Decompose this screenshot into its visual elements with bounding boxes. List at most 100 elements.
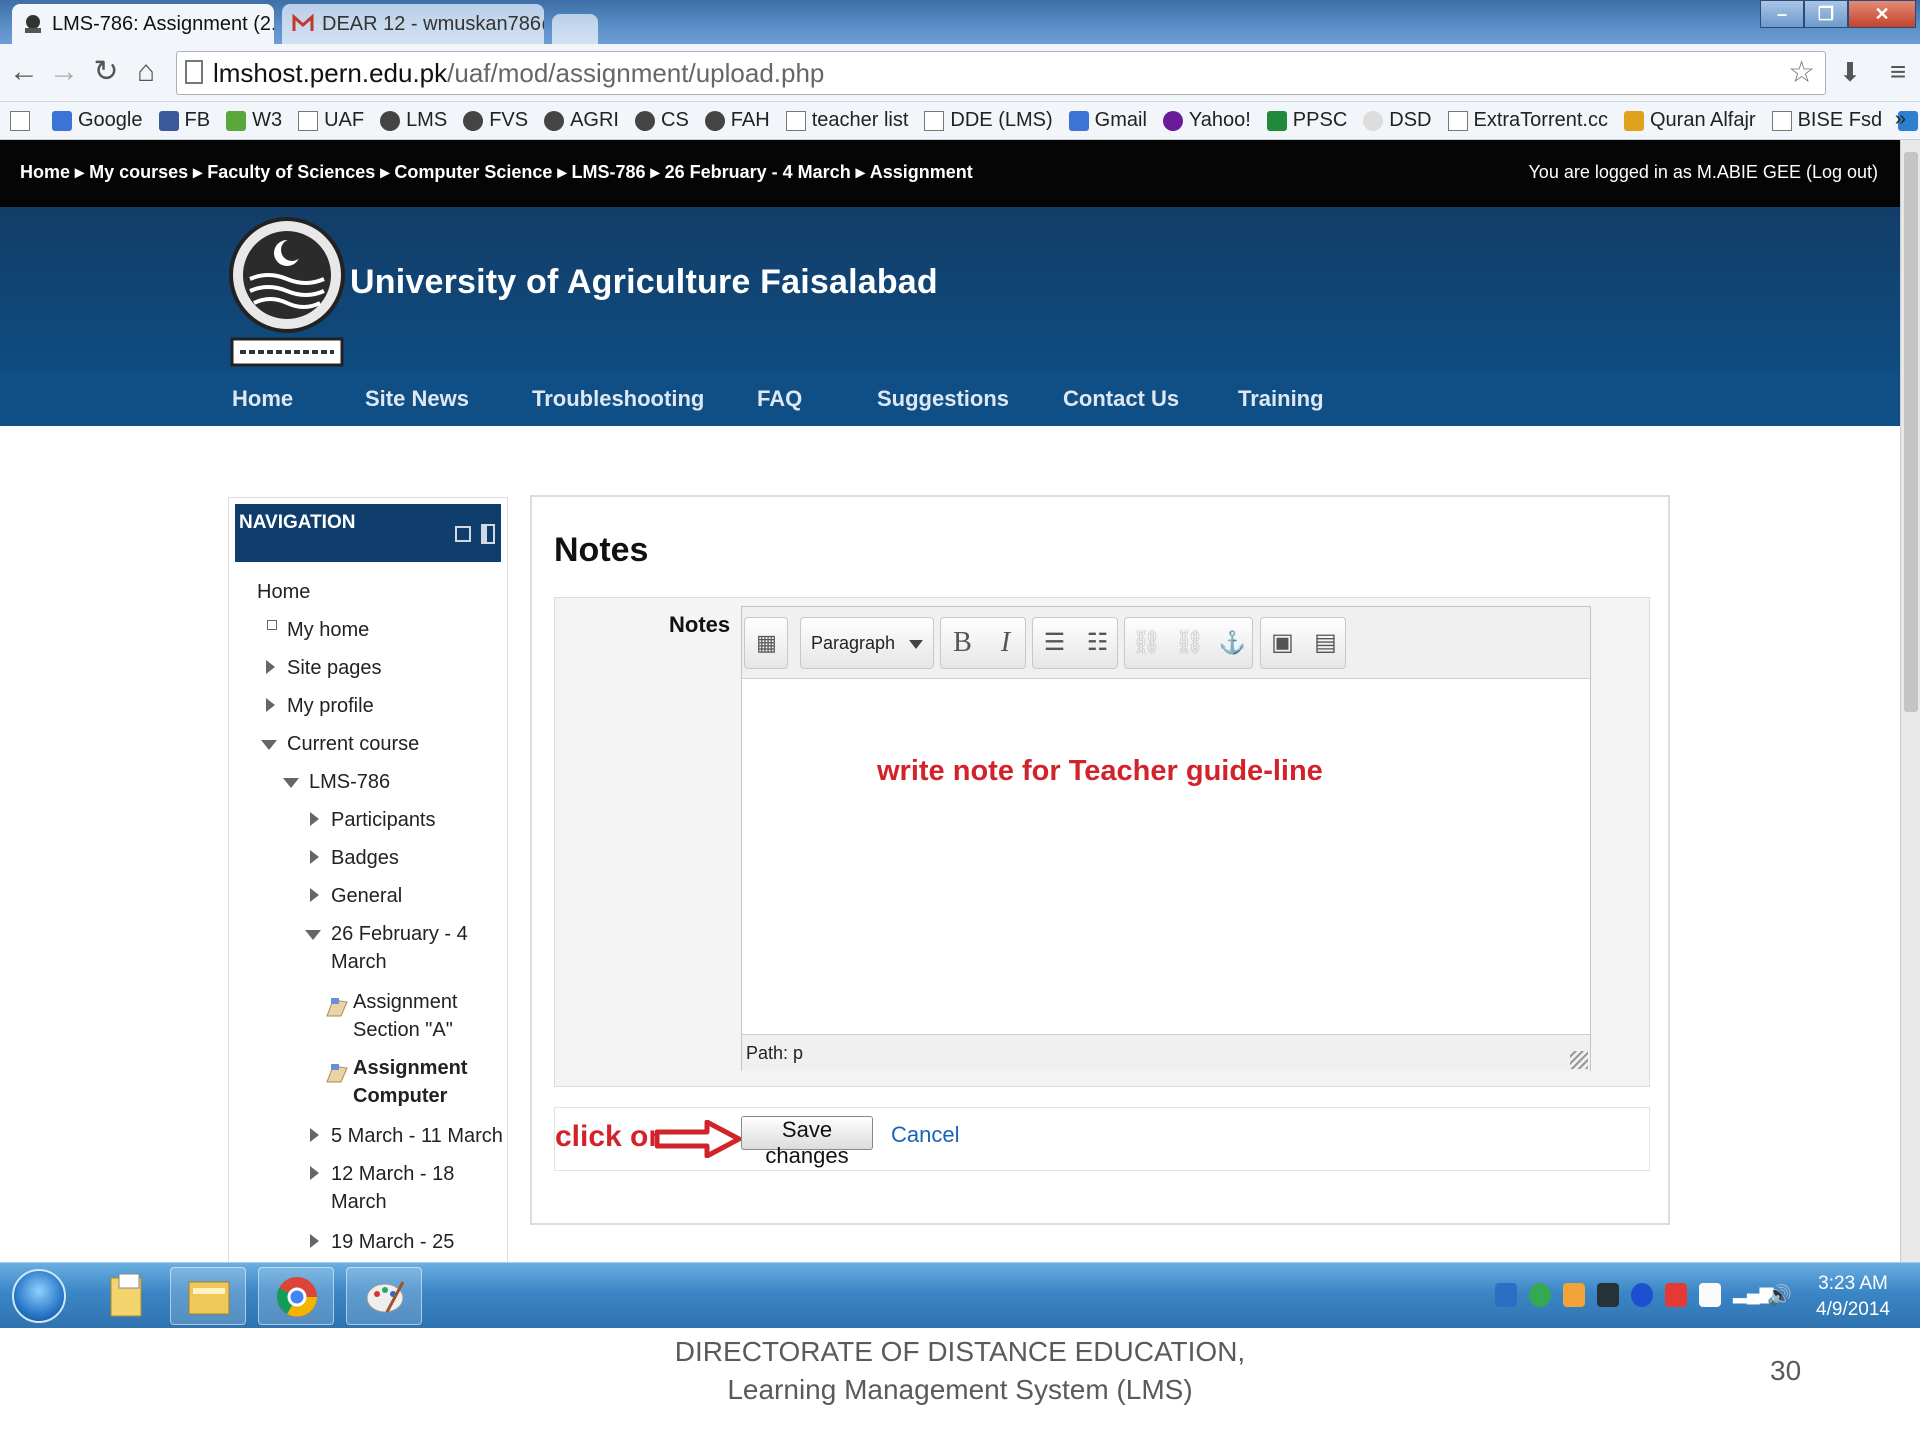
star-icon[interactable]: ☆ bbox=[1788, 52, 1815, 94]
image-icon[interactable]: ▣ bbox=[1261, 618, 1304, 668]
breadcrumb-home[interactable]: Home bbox=[20, 162, 70, 182]
tray-volume-icon[interactable]: 🔊 bbox=[1767, 1283, 1792, 1307]
bookmark-uaf[interactable]: UAF bbox=[298, 109, 364, 132]
bullet-list-icon[interactable]: ☰ bbox=[1033, 618, 1076, 668]
bookmark-lms[interactable]: LMS bbox=[380, 109, 447, 132]
bookmark-teacher-list[interactable]: teacher list bbox=[785, 109, 908, 132]
bookmark-fb[interactable]: FB bbox=[158, 109, 210, 132]
expand-icon[interactable] bbox=[266, 660, 275, 674]
anchor-icon[interactable]: ⚓ bbox=[1211, 618, 1254, 668]
collapse-icon[interactable] bbox=[305, 930, 321, 940]
italic-icon[interactable]: I bbox=[984, 618, 1027, 668]
bookmark-quran[interactable]: Quran Alfajr bbox=[1623, 109, 1756, 132]
expand-icon[interactable] bbox=[310, 1166, 319, 1180]
tray-app-icon[interactable] bbox=[1495, 1283, 1517, 1307]
bookmark-bise[interactable]: BISE Fsd bbox=[1771, 109, 1882, 132]
nav-week-4[interactable]: 19 March - 25 bbox=[331, 1228, 454, 1256]
expand-icon[interactable] bbox=[266, 698, 275, 712]
nav-week-2[interactable]: 5 March - 11 March bbox=[331, 1122, 503, 1150]
numbered-list-icon[interactable]: ☷ bbox=[1076, 618, 1119, 668]
dock-icon[interactable] bbox=[481, 524, 495, 544]
nav-current-course[interactable]: Current course bbox=[287, 730, 419, 758]
bookmark-fvs[interactable]: FVS bbox=[463, 109, 528, 132]
tab-gmail[interactable]: DEAR 12 - wmuskan786@ × bbox=[282, 4, 544, 44]
breadcrumb-week[interactable]: 26 February - 4 March bbox=[665, 162, 851, 182]
notes-textarea[interactable]: write note for Teacher guide-line bbox=[742, 679, 1590, 1034]
bookmark-ppsc[interactable]: PPSC bbox=[1266, 109, 1347, 132]
breadcrumb-faculty[interactable]: Faculty of Sciences bbox=[207, 162, 375, 182]
unlink-icon[interactable]: ⛓ bbox=[1168, 618, 1211, 668]
tab-lms-assignment[interactable]: LMS-786: Assignment (2.2 × bbox=[12, 4, 274, 44]
menu-training[interactable]: Training bbox=[1238, 386, 1324, 412]
expand-icon[interactable] bbox=[310, 1128, 319, 1142]
expand-icon[interactable] bbox=[310, 850, 319, 864]
menu-troubleshooting[interactable]: Troubleshooting bbox=[532, 386, 704, 412]
menu-suggestions[interactable]: Suggestions bbox=[877, 386, 1009, 412]
nav-week-1[interactable]: 26 February - 4 March bbox=[331, 920, 468, 976]
bold-icon[interactable]: B bbox=[941, 618, 984, 668]
taskbar-clock[interactable]: 3:23 AM 4/9/2014 bbox=[1816, 1271, 1890, 1323]
tray-bluetooth-icon[interactable] bbox=[1631, 1283, 1653, 1307]
scrollbar-thumb[interactable] bbox=[1904, 152, 1918, 712]
bookmark-dde[interactable]: DDE (LMS) bbox=[924, 109, 1053, 132]
menu-home[interactable]: Home bbox=[232, 386, 293, 412]
tray-power-icon[interactable] bbox=[1699, 1283, 1721, 1307]
expand-icon[interactable] bbox=[310, 812, 319, 826]
menu-site-news[interactable]: Site News bbox=[365, 386, 469, 412]
breadcrumb-course[interactable]: LMS-786 bbox=[572, 162, 646, 182]
nav-course[interactable]: LMS-786 bbox=[309, 768, 390, 796]
forward-icon[interactable]: → bbox=[46, 54, 82, 90]
start-button[interactable] bbox=[12, 1269, 66, 1323]
restore-icon[interactable]: ❐ bbox=[1804, 0, 1848, 28]
expand-icon[interactable] bbox=[310, 888, 319, 902]
back-icon[interactable]: ← bbox=[6, 54, 42, 90]
apps-bookmark[interactable] bbox=[10, 110, 36, 131]
bookmark-dsd[interactable]: DSD bbox=[1363, 109, 1432, 132]
nav-general[interactable]: General bbox=[331, 882, 402, 910]
tray-utorrent-icon[interactable] bbox=[1529, 1283, 1551, 1307]
cancel-link[interactable]: Cancel bbox=[891, 1122, 959, 1148]
nav-assignment-computer[interactable]: Assignment Computer bbox=[353, 1054, 467, 1110]
new-tab-button[interactable] bbox=[552, 14, 598, 44]
close-window-icon[interactable]: ✕ bbox=[1848, 0, 1916, 28]
login-info[interactable]: You are logged in as M.ABIE GEE (Log out… bbox=[1528, 162, 1878, 183]
nav-badges[interactable]: Badges bbox=[331, 844, 399, 872]
breadcrumb-computer-science[interactable]: Computer Science bbox=[394, 162, 552, 182]
tray-signal-icon[interactable]: ▂▄▆ bbox=[1733, 1283, 1773, 1307]
paragraph-format-select[interactable]: Paragraph bbox=[800, 617, 934, 669]
media-icon[interactable]: ▤ bbox=[1304, 618, 1347, 668]
bookmark-cs[interactable]: CS bbox=[635, 109, 689, 132]
nav-assignment-section-a[interactable]: Assignment Section "A" bbox=[353, 988, 458, 1044]
bookmark-yahoo[interactable]: Yahoo! bbox=[1162, 109, 1251, 132]
menu-contact-us[interactable]: Contact Us bbox=[1063, 386, 1179, 412]
menu-faq[interactable]: FAQ bbox=[757, 386, 802, 412]
nav-site-pages[interactable]: Site pages bbox=[287, 654, 382, 682]
libraries-taskbar-icon[interactable] bbox=[170, 1267, 246, 1325]
collapse-icon[interactable] bbox=[261, 740, 277, 750]
nav-home[interactable]: Home bbox=[257, 578, 310, 606]
tray-network-device-icon[interactable] bbox=[1597, 1283, 1619, 1307]
nav-participants[interactable]: Participants bbox=[331, 806, 436, 834]
home-icon[interactable]: ⌂ bbox=[128, 54, 164, 90]
collapse-icon[interactable] bbox=[283, 778, 299, 788]
save-changes-button[interactable]: Save changes bbox=[741, 1116, 873, 1168]
expand-icon[interactable] bbox=[310, 1234, 319, 1248]
file-explorer-pinned-icon[interactable] bbox=[92, 1267, 168, 1325]
nav-my-profile[interactable]: My profile bbox=[287, 692, 374, 720]
bookmark-fah[interactable]: FAH bbox=[704, 109, 770, 132]
collapse-icon[interactable] bbox=[455, 526, 471, 542]
extension-icon[interactable]: ⬇ bbox=[1832, 54, 1868, 90]
address-bar[interactable]: lmshost.pern.edu.pk/uaf/mod/assignment/u… bbox=[176, 51, 1826, 95]
nav-my-home[interactable]: My home bbox=[287, 616, 369, 644]
bookmark-agri[interactable]: AGRI bbox=[544, 109, 619, 132]
reload-icon[interactable]: ↻ bbox=[88, 54, 124, 90]
minimize-icon[interactable]: – bbox=[1760, 0, 1804, 28]
paint-taskbar-icon[interactable] bbox=[346, 1267, 422, 1325]
breadcrumb-assignment[interactable]: Assignment bbox=[870, 162, 973, 182]
bookmark-google[interactable]: Google bbox=[52, 109, 143, 132]
vertical-scrollbar[interactable] bbox=[1900, 140, 1920, 1328]
menu-icon[interactable]: ≡ bbox=[1880, 54, 1916, 90]
breadcrumb-my-courses[interactable]: My courses bbox=[89, 162, 188, 182]
bookmark-extratorrent[interactable]: ExtraTorrent.cc bbox=[1447, 109, 1608, 132]
nav-week-3[interactable]: 12 March - 18 March bbox=[331, 1160, 454, 1216]
